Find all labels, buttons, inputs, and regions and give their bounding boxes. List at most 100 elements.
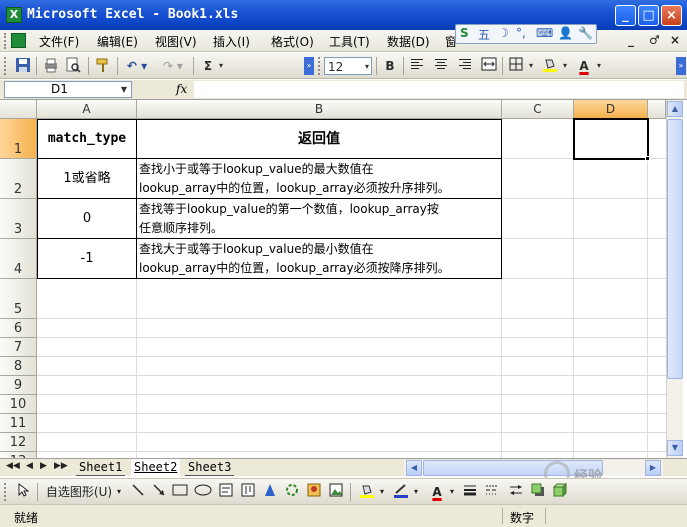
autoshapes-dropdown-icon[interactable]: ▾ <box>114 483 124 501</box>
undo-icon[interactable]: ↶ ▾ <box>122 57 152 75</box>
autoshapes-menu[interactable]: 自选图形(U) <box>44 483 114 501</box>
align-left-icon[interactable] <box>408 57 426 75</box>
select-objects-icon[interactable] <box>16 482 30 501</box>
print-preview-icon[interactable] <box>64 57 82 75</box>
toolbar-grip[interactable] <box>4 483 8 501</box>
font-color-dropdown-icon[interactable]: ▾ <box>447 483 457 501</box>
close-button[interactable]: × <box>661 5 682 26</box>
name-box[interactable]: D1 ▼ <box>4 81 132 98</box>
tab-sheet3[interactable]: Sheet3 <box>185 459 235 476</box>
redo-icon[interactable]: ↷ ▾ <box>158 57 188 75</box>
bold-button[interactable]: B <box>381 57 399 75</box>
minimize-button[interactable]: _ <box>615 5 636 26</box>
row-header-2[interactable]: 2 <box>0 159 37 199</box>
vertical-scrollbar[interactable]: ▲ ▼ <box>666 100 683 458</box>
clipart-icon[interactable] <box>306 483 322 501</box>
toolbar-options-icon[interactable]: » <box>304 57 314 75</box>
scroll-down-icon[interactable]: ▼ <box>667 440 683 456</box>
font-size-dropdown-icon[interactable]: ▾ <box>365 58 369 76</box>
ime-punct-icon[interactable]: °, <box>516 26 526 40</box>
fill-color-icon[interactable] <box>358 483 376 501</box>
column-header-b[interactable]: B <box>137 100 502 119</box>
formula-input[interactable] <box>194 81 684 98</box>
menu-edit[interactable]: 编辑(E) <box>97 33 138 50</box>
save-icon[interactable] <box>14 57 32 75</box>
last-sheet-icon[interactable]: ▶▶ <box>54 461 68 471</box>
scroll-up-icon[interactable]: ▲ <box>667 101 683 117</box>
fill-color-icon[interactable] <box>541 57 559 75</box>
cell-b3[interactable]: 查找等于lookup_value的第一个数值，lookup_array按 任意顺… <box>137 200 501 238</box>
wordart-icon[interactable] <box>262 483 278 501</box>
rectangle-tool-icon[interactable] <box>172 483 188 501</box>
menu-format[interactable]: 格式(O) <box>271 33 314 50</box>
fill-handle[interactable] <box>645 156 650 161</box>
font-color-button[interactable]: A <box>428 483 446 501</box>
menu-view[interactable]: 视图(V) <box>155 33 197 50</box>
row-header-5[interactable]: 5 <box>0 279 37 319</box>
row-header-12[interactable]: 12 <box>0 433 37 452</box>
align-right-icon[interactable] <box>456 57 474 75</box>
vertical-textbox-icon[interactable] <box>240 483 256 501</box>
merge-center-icon[interactable] <box>480 57 498 75</box>
row-header-10[interactable]: 10 <box>0 395 37 414</box>
menu-file[interactable]: 文件(F) <box>39 33 79 50</box>
doc-restore-button[interactable]: ♂ <box>649 33 660 47</box>
row-header-1[interactable]: 1 <box>0 119 37 159</box>
autosum-dropdown-icon[interactable]: ▾ <box>216 57 226 75</box>
font-color-dropdown-icon[interactable]: ▾ <box>594 57 604 75</box>
toolbar-grip[interactable] <box>4 57 8 75</box>
menu-grip[interactable] <box>4 33 7 49</box>
textbox-tool-icon[interactable] <box>218 483 234 501</box>
line-color-icon[interactable] <box>392 483 410 501</box>
sogou-icon[interactable]: S <box>460 26 469 40</box>
borders-icon[interactable] <box>507 57 525 75</box>
arrow-tool-icon[interactable] <box>151 483 167 501</box>
toolbar-options-icon[interactable]: » <box>676 57 686 75</box>
excel-app-icon[interactable]: X <box>6 7 22 23</box>
insert-picture-icon[interactable] <box>328 483 344 501</box>
cell-a4[interactable]: -1 <box>38 239 136 278</box>
ime-moon-icon[interactable]: ☽ <box>498 26 509 40</box>
diagram-icon[interactable] <box>284 483 300 501</box>
align-center-icon[interactable] <box>432 57 450 75</box>
line-tool-icon[interactable] <box>130 483 146 501</box>
cell-a2[interactable]: 1或省略 <box>38 159 136 198</box>
fill-color-dropdown-icon[interactable]: ▾ <box>560 57 570 75</box>
arrow-style-icon[interactable] <box>508 483 524 501</box>
horizontal-scrollbar[interactable]: ◀ ▶ <box>404 460 663 476</box>
cell-b4[interactable]: 查找大于或等于lookup_value的最小数值在 lookup_array中的… <box>137 240 501 278</box>
line-style-icon[interactable] <box>462 483 478 501</box>
line-color-dropdown-icon[interactable]: ▾ <box>411 483 421 501</box>
menu-insert[interactable]: 插入(I) <box>213 33 250 50</box>
scroll-left-icon[interactable]: ◀ <box>406 460 422 476</box>
cell-a1[interactable]: match_type <box>38 120 136 158</box>
row-header-6[interactable]: 6 <box>0 319 37 338</box>
ime-wubi-icon[interactable]: 五 <box>478 26 490 43</box>
column-header-a[interactable]: A <box>37 100 137 119</box>
vertical-scroll-thumb[interactable] <box>667 119 683 379</box>
toolbar-grip[interactable] <box>318 57 322 75</box>
row-header-11[interactable]: 11 <box>0 414 37 433</box>
name-box-dropdown-icon[interactable]: ▼ <box>117 82 131 97</box>
select-all-corner[interactable] <box>0 100 37 119</box>
3d-style-icon[interactable] <box>552 482 568 501</box>
ime-settings-icon[interactable]: 🔧 <box>578 26 593 40</box>
cell-b2[interactable]: 查找小于或等于lookup_value的最大数值在 lookup_array中的… <box>137 160 501 198</box>
tab-sheet2[interactable]: Sheet2 <box>131 459 181 476</box>
format-painter-icon[interactable] <box>94 57 112 75</box>
menu-tools[interactable]: 工具(T) <box>329 33 370 50</box>
borders-dropdown-icon[interactable]: ▾ <box>526 57 536 75</box>
print-icon[interactable] <box>42 57 60 75</box>
font-size-select[interactable]: 12 ▾ <box>324 57 372 75</box>
column-header-d[interactable]: D <box>574 100 648 119</box>
column-header-e[interactable] <box>648 100 666 119</box>
first-sheet-icon[interactable]: ◀◀ <box>6 461 20 471</box>
doc-close-button[interactable]: × <box>670 33 680 47</box>
document-icon[interactable] <box>11 33 26 48</box>
cell-b1[interactable]: 返回值 <box>137 120 501 158</box>
row-header-9[interactable]: 9 <box>0 376 37 395</box>
shadow-style-icon[interactable] <box>530 483 546 501</box>
row-header-7[interactable]: 7 <box>0 338 37 357</box>
ime-keyboard-icon[interactable]: ⌨ <box>536 26 553 40</box>
font-color-button[interactable]: A <box>575 57 593 75</box>
